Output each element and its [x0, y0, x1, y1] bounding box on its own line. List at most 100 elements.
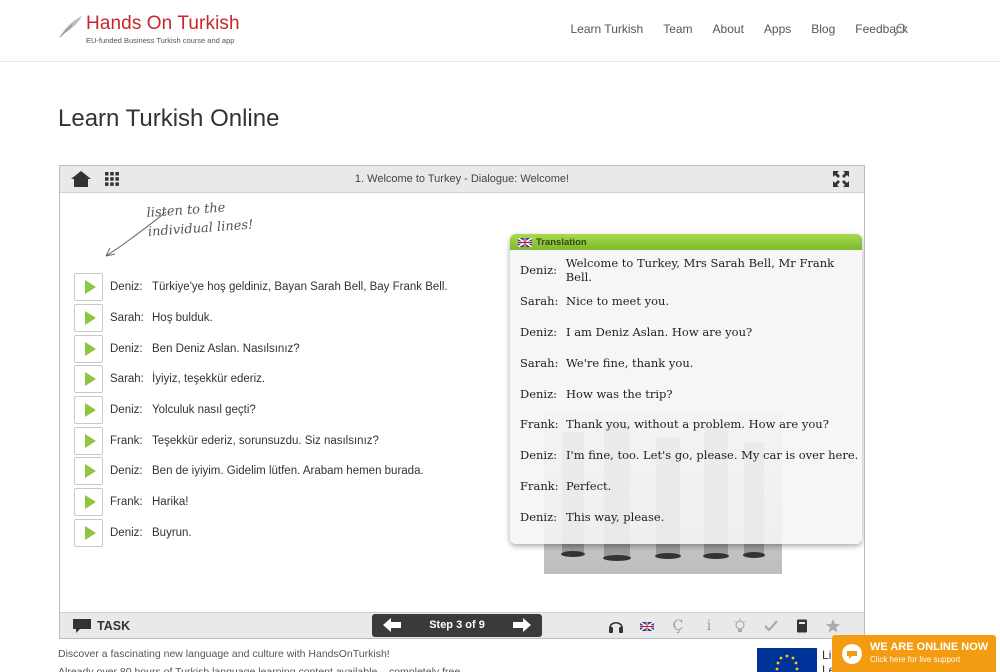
translation-speaker: Frank: — [520, 478, 559, 493]
favorite-tool[interactable] — [825, 618, 841, 634]
translation-text: I am Deniz Aslan. How are you? — [566, 324, 753, 339]
dialogue-line: Deniz: Ben de iyiyim. Gidelim lütfen. Ar… — [74, 456, 448, 487]
translation-row: Frank: Thank you, without a problem. How … — [520, 409, 862, 440]
page-title: Learn Turkish Online — [58, 105, 280, 132]
play-button[interactable] — [74, 365, 103, 394]
play-button[interactable] — [74, 396, 103, 425]
play-button[interactable] — [74, 273, 103, 302]
line-text: Hoş bulduk. — [152, 312, 213, 325]
translation-speaker: Sarah: — [520, 294, 559, 309]
translation-title: Translation — [536, 236, 587, 248]
player-tools: Ç i — [608, 618, 856, 634]
dialogue-line: Deniz: Türkiye'ye hoş geldiniz, Bayan Sa… — [74, 272, 448, 303]
play-button[interactable] — [74, 334, 103, 363]
translation-speaker: Deniz: — [520, 509, 558, 524]
translation-speaker: Deniz: — [520, 263, 558, 278]
fullscreen-icon[interactable] — [832, 170, 850, 188]
translation-header: Translation — [510, 234, 862, 250]
special-characters-tool[interactable]: Ç — [670, 618, 686, 634]
nav-team[interactable]: Team — [663, 22, 692, 36]
check-tool[interactable] — [763, 618, 779, 634]
feather-logo-icon — [59, 16, 82, 38]
live-chat-button[interactable]: WE ARE ONLINE NOW Click here for live su… — [832, 635, 996, 672]
translation-text: How was the trip? — [566, 386, 673, 401]
line-text: İyiyiz, teşekkür ederiz. — [152, 373, 266, 386]
translation-speaker: Sarah: — [520, 355, 559, 370]
translation-text: Nice to meet you. — [566, 294, 670, 309]
logo-subtitle: EU-funded Business Turkish course and ap… — [86, 36, 235, 45]
uk-flag-icon — [518, 237, 532, 247]
intro-line-1: Discover a fascinating new language and … — [58, 648, 390, 660]
translation-panel: Translation Deniz: Welcome to Turkey, Mrs… — [510, 234, 862, 544]
task-button[interactable]: TASK — [72, 618, 130, 634]
dialogue-line: Frank: Teşekkür ederiz, sorunsuzdu. Siz … — [74, 425, 448, 456]
dialogue-line: Deniz: Yolculuk nasıl geçti? — [74, 395, 448, 426]
audio-tool[interactable] — [608, 618, 624, 634]
line-text: Yolculuk nasıl geçti? — [152, 404, 256, 417]
play-icon — [84, 311, 96, 326]
line-speaker: Deniz: — [110, 404, 143, 417]
lightbulb-icon — [733, 618, 747, 632]
translation-row: Deniz: Welcome to Turkey, Mrs Sarah Bell,… — [520, 255, 862, 286]
nav-blog[interactable]: Blog — [811, 22, 835, 36]
translation-rows: Deniz: Welcome to Turkey, Mrs Sarah Bell,… — [510, 250, 862, 532]
lesson-player: 1. Welcome to Turkey - Dialogue: Welcome… — [59, 165, 865, 639]
line-speaker: Sarah: — [110, 373, 144, 386]
translation-row: Sarah: We're fine, thank you. — [520, 347, 862, 378]
line-speaker: Deniz: — [110, 342, 143, 355]
translation-text: Thank you, without a problem. How are yo… — [566, 417, 829, 432]
chat-bubble-icon — [842, 644, 862, 664]
translation-tool[interactable] — [639, 618, 655, 634]
live-chat-title: WE ARE ONLINE NOW — [870, 641, 989, 653]
next-step-arrow-icon[interactable] — [512, 617, 532, 633]
translation-row: Deniz: This way, please. — [520, 501, 862, 532]
dialogue-line: Deniz: Buyrun. — [74, 518, 448, 549]
line-text: Harika! — [152, 496, 189, 509]
translation-row: Deniz: I am Deniz Aslan. How are you? — [520, 317, 862, 348]
line-speaker: Frank: — [110, 496, 143, 509]
site-logo[interactable]: Hands On Turkish EU-funded Business Turk… — [58, 13, 240, 45]
info-tool[interactable]: i — [701, 618, 717, 634]
book-icon — [797, 619, 807, 633]
translation-speaker: Frank: — [520, 417, 559, 432]
main-nav: Learn Turkish Team About Apps Blog Feedb… — [551, 22, 909, 36]
vocabulary-tool[interactable] — [794, 618, 810, 634]
play-button[interactable] — [74, 304, 103, 333]
play-icon — [84, 280, 96, 295]
translation-row: Deniz: How was the trip? — [520, 378, 862, 409]
player-bottombar: TASK Step 3 of 9 Ç i — [60, 612, 864, 638]
intro-description: Discover a fascinating new language and … — [58, 645, 463, 672]
translation-text: We're fine, thank you. — [566, 355, 694, 370]
translation-text: Perfect. — [566, 478, 612, 493]
hint-tool[interactable] — [732, 618, 748, 634]
step-navigator: Step 3 of 9 — [372, 614, 542, 637]
play-icon — [84, 464, 96, 479]
translation-row: Frank: Perfect. — [520, 471, 862, 502]
task-label: TASK — [97, 619, 131, 633]
play-icon — [84, 433, 96, 448]
play-button[interactable] — [74, 426, 103, 455]
search-icon[interactable] — [893, 23, 907, 37]
dialogue-lines: Deniz: Türkiye'ye hoş geldiniz, Bayan Sa… — [74, 272, 448, 548]
play-icon — [84, 525, 96, 540]
nav-about[interactable]: About — [713, 22, 744, 36]
play-icon — [84, 495, 96, 510]
dialogue-line: Sarah: İyiyiz, teşekkür ederiz. — [74, 364, 448, 395]
logo-title: Hands On Turkish — [86, 13, 240, 34]
play-button[interactable] — [74, 488, 103, 517]
intro-line-2: Already over 80 hours of Turkish languag… — [58, 666, 464, 672]
line-text: Türkiye'ye hoş geldiniz, Bayan Sarah Bel… — [152, 281, 448, 294]
live-chat-subtitle: Click here for live support — [870, 655, 961, 664]
star-icon — [826, 619, 840, 633]
play-button[interactable] — [74, 518, 103, 547]
translation-speaker: Deniz: — [520, 448, 558, 463]
translation-row: Deniz: I'm fine, too. Let's go, please. M… — [520, 440, 862, 471]
nav-learn-turkish[interactable]: Learn Turkish — [571, 22, 644, 36]
translation-text: Welcome to Turkey, Mrs Sarah Bell, Mr Fr… — [565, 256, 835, 285]
line-text: Ben de iyiyim. Gidelim lütfen. Arabam he… — [152, 465, 424, 478]
translation-row: Sarah: Nice to meet you. — [520, 286, 862, 317]
player-topbar: 1. Welcome to Turkey - Dialogue: Welcome… — [60, 166, 864, 193]
dialogue-line: Sarah: Hoş bulduk. — [74, 303, 448, 334]
play-button[interactable] — [74, 457, 103, 486]
nav-apps[interactable]: Apps — [764, 22, 791, 36]
